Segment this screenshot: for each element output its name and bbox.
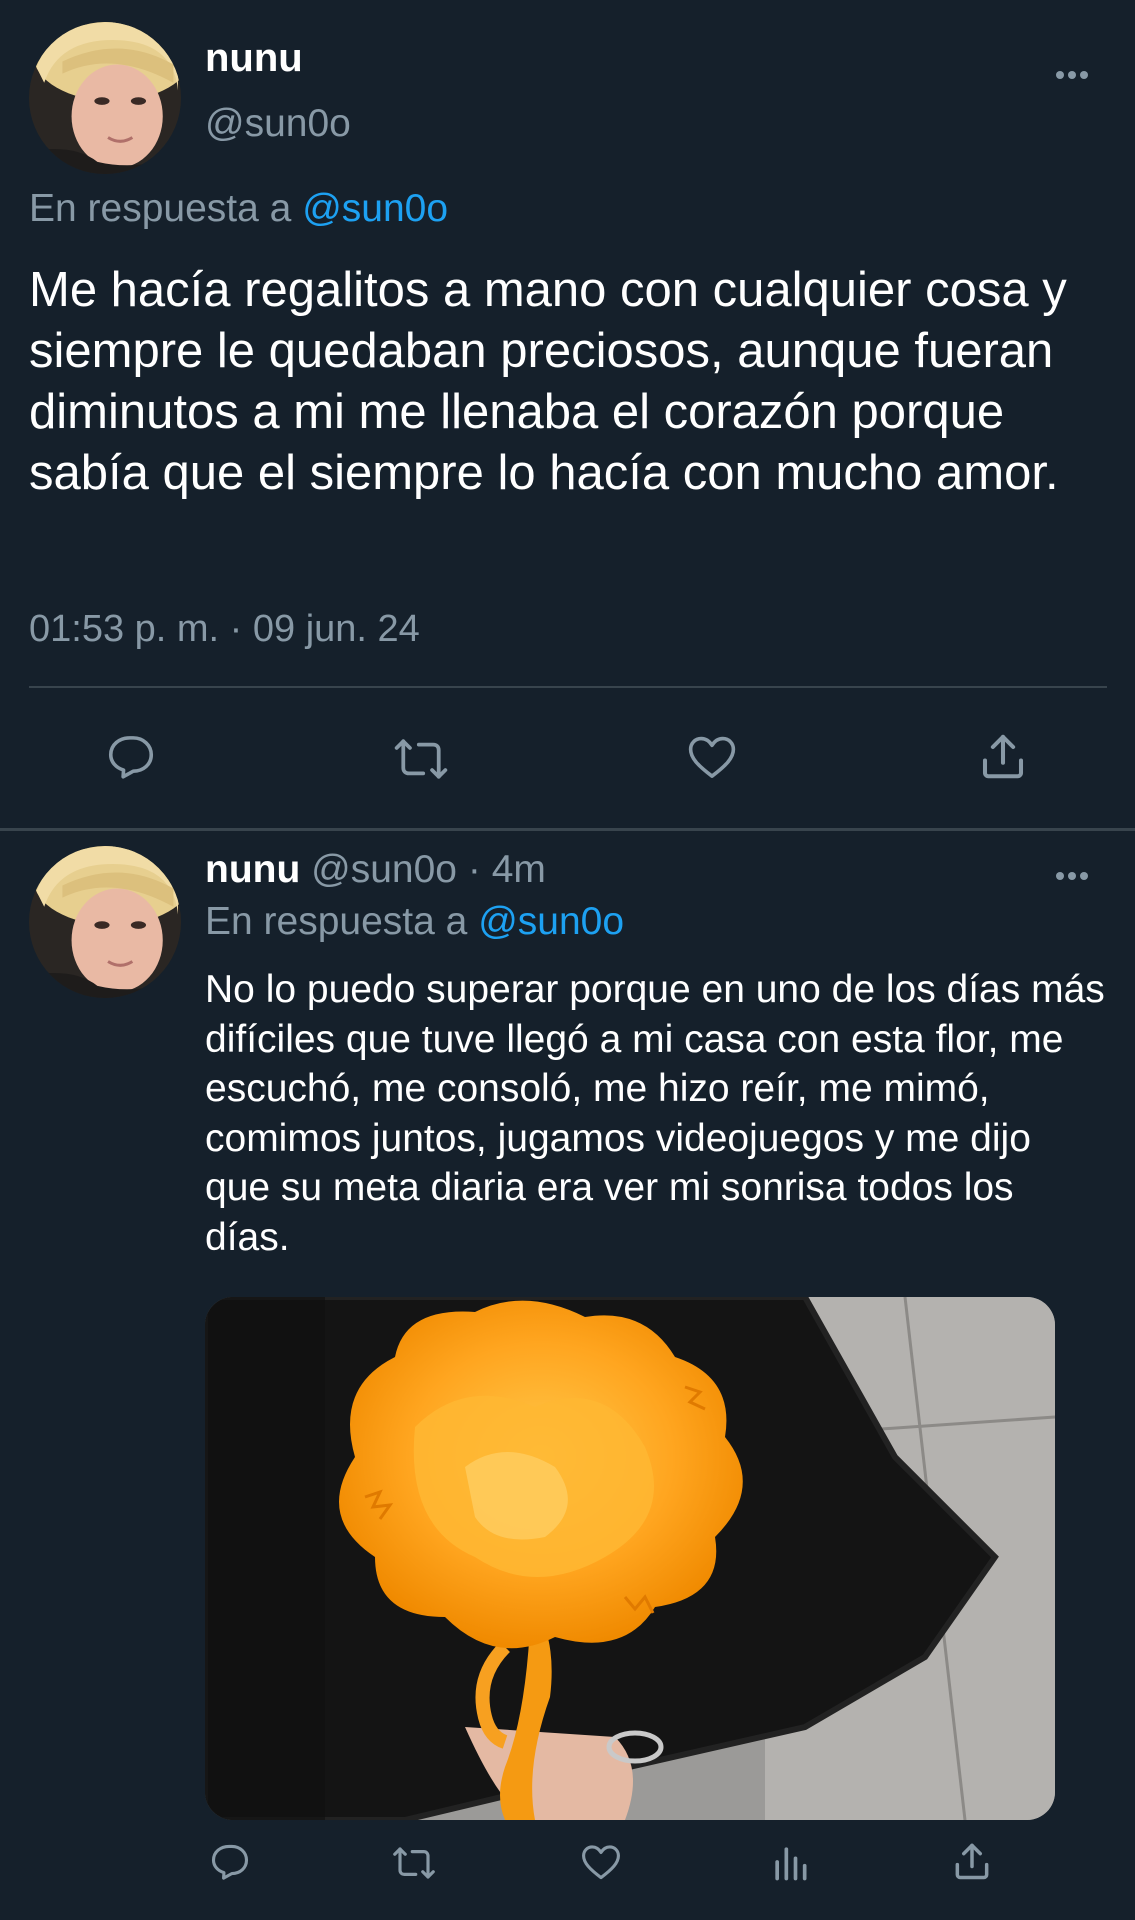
reply-context: En respuesta a @sun0o [205,900,624,944]
main-tweet: nunu @sun0o En respuesta a @sun0o Me hac… [0,0,1135,828]
action-bar [0,1840,1135,1900]
more-options-icon[interactable] [1056,867,1096,881]
reply-prefix: En respuesta a [205,900,468,943]
retweet-icon[interactable] [390,732,452,786]
reply-handle-link[interactable]: @sun0o [478,900,624,943]
separator: · [467,848,481,891]
timestamp[interactable]: 01:53 p. m. · 09 jun. 24 [29,608,420,651]
reply-context: En respuesta a @sun0o [29,187,448,231]
reply-prefix: En respuesta a [29,187,292,230]
share-icon[interactable] [976,728,1030,784]
user-handle[interactable]: @sun0o [205,102,351,146]
tweet-age[interactable]: 4m [492,848,546,891]
tweet-text: Me hacía regalitos a mano con cualquier … [29,263,1067,500]
like-icon[interactable] [578,1840,624,1884]
action-bar [0,720,1135,800]
display-name[interactable]: nunu [205,36,303,81]
like-icon[interactable] [684,730,740,784]
avatar[interactable] [29,846,181,998]
display-name[interactable]: nunu [205,848,300,891]
user-handle[interactable]: @sun0o [311,848,457,891]
tweet-header: nunu @sun0o · 4m [205,848,546,892]
analytics-icon[interactable] [768,1840,812,1884]
reply-icon[interactable] [208,1840,252,1884]
reply-icon[interactable] [104,730,158,784]
share-icon[interactable] [950,1838,994,1884]
avatar[interactable] [29,22,181,174]
divider [29,686,1107,688]
reply-handle-link[interactable]: @sun0o [302,187,448,230]
tweet-text: No lo puedo superar porque en uno de los… [205,968,1105,1259]
retweet-icon[interactable] [388,1842,440,1884]
more-options-icon[interactable] [1056,66,1096,80]
section-divider [0,828,1135,831]
tweet-media-photo[interactable] [205,1297,1055,1820]
